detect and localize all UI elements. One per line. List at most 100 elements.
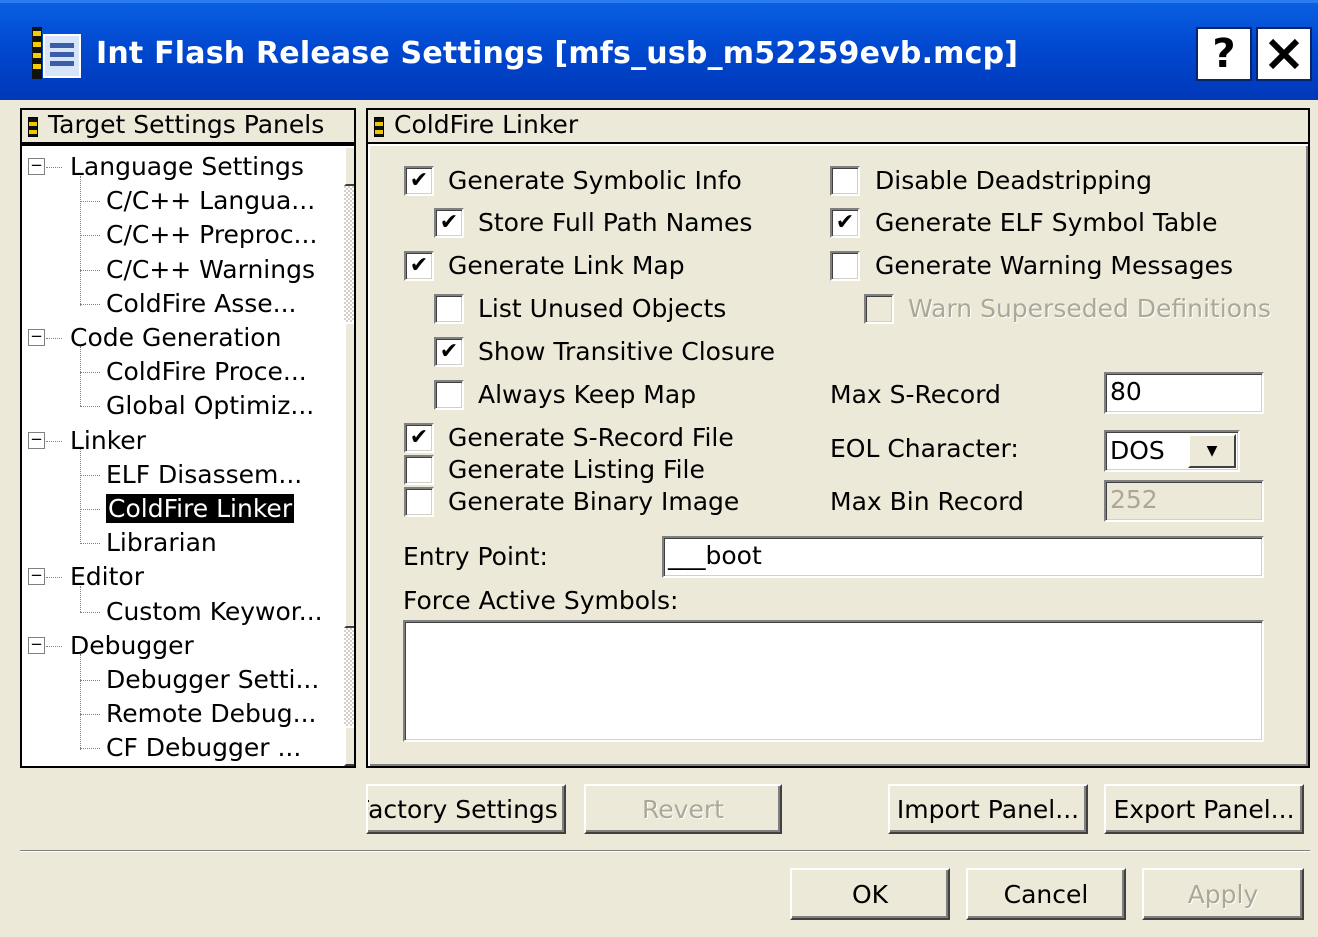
tree-connector: [80, 612, 100, 613]
warn-superseded-definitions-checkbox: [864, 294, 894, 324]
collapse-icon[interactable]: −: [28, 568, 45, 585]
tree-item-label: ColdFire Asse...: [106, 289, 297, 318]
tree-item-label: C/C++ Warnings: [106, 255, 315, 284]
tree-connector: [80, 543, 100, 544]
tree-item[interactable]: Librarian: [106, 526, 217, 560]
tree-item[interactable]: CF Debugger ...: [106, 731, 301, 765]
warn-superseded-definitions-label: Warn Superseded Definitions: [908, 294, 1271, 323]
max-srecord-label: Max S-Record: [830, 380, 1001, 409]
scroll-thumb[interactable]: [344, 322, 354, 628]
settings-tree[interactable]: Language Settings − C/C++ Langua... C/C++ P…: [20, 144, 356, 768]
tree-connector: [80, 406, 100, 407]
scroll-up-button[interactable]: ▲: [344, 146, 355, 186]
generate-binary-image-label[interactable]: Generate Binary Image: [448, 486, 739, 518]
revert-button: Revert: [584, 784, 782, 834]
tree-connector: [46, 167, 62, 168]
generate-srecord-file-label[interactable]: Generate S-Record File: [448, 422, 734, 454]
generate-listing-file-checkbox[interactable]: [404, 455, 434, 485]
arrow-up-icon: ▲: [354, 157, 355, 176]
generate-srecord-file-checkbox[interactable]: ✔: [404, 423, 434, 453]
tree-item-label: ColdFire Proce...: [106, 357, 307, 386]
tree-category[interactable]: Linker: [70, 424, 146, 458]
tree-connector: [80, 304, 100, 305]
always-keep-map-label[interactable]: Always Keep Map: [478, 379, 696, 411]
tree-category[interactable]: Debugger: [70, 629, 194, 663]
tree-item[interactable]: C/C++ Preproc...: [106, 218, 317, 252]
import-panel-button[interactable]: Import Panel...: [888, 784, 1088, 834]
generate-symbolic-info-label[interactable]: Generate Symbolic Info: [448, 165, 742, 197]
close-icon: [1268, 38, 1300, 70]
cancel-button[interactable]: Cancel: [966, 868, 1126, 920]
grip-icon: [374, 117, 384, 137]
tree-item[interactable]: C/C++ Langua...: [106, 184, 315, 218]
tree-connector: [80, 748, 100, 749]
tree-connector: [80, 654, 81, 750]
tree-connector: [80, 475, 100, 476]
check-mark-icon: ✔: [409, 168, 429, 193]
tree-item[interactable]: ColdFire Asse...: [106, 287, 297, 321]
generate-elf-symbol-table-label[interactable]: Generate ELF Symbol Table: [875, 207, 1217, 239]
list-unused-objects-checkbox[interactable]: [434, 294, 464, 324]
tree-item-label: Language Settings: [70, 152, 304, 181]
tree-item-label: Debugger Setti...: [106, 665, 320, 694]
grip-icon: [28, 117, 38, 137]
disable-deadstripping-checkbox[interactable]: [830, 166, 860, 196]
tree-item-label: Custom Keywor...: [106, 597, 323, 626]
tree-connector: [46, 646, 62, 647]
tree-item[interactable]: Custom Keywor...: [106, 595, 323, 629]
tree-connector: [80, 270, 100, 271]
disable-deadstripping-label[interactable]: Disable Deadstripping: [875, 165, 1152, 197]
window-title: Int Flash Release Settings [mfs_usb_m522…: [96, 36, 1019, 71]
eol-character-label: EOL Character:: [830, 434, 1019, 463]
tree-item-label: CF Debugger ...: [106, 733, 302, 762]
export-panel-button[interactable]: Export Panel...: [1104, 784, 1304, 834]
generate-elf-symbol-table-checkbox[interactable]: ✔: [830, 208, 860, 238]
tree-connector: [80, 235, 100, 236]
force-active-symbols-textarea[interactable]: [403, 620, 1264, 742]
tree-category[interactable]: Editor: [70, 560, 144, 594]
tree-item[interactable]: ColdFire Linker: [106, 492, 295, 526]
tree-panel-header: Target Settings Panels: [20, 108, 356, 144]
help-button[interactable]: ?: [1196, 27, 1252, 81]
generate-symbolic-info-checkbox[interactable]: ✔: [404, 166, 434, 196]
force-active-symbols-label: Force Active Symbols:: [403, 586, 679, 615]
generate-link-map-checkbox[interactable]: ✔: [404, 251, 434, 281]
title-bar[interactable]: Int Flash Release Settings [mfs_usb_m522…: [0, 0, 1318, 100]
scroll-down-button[interactable]: ▼: [344, 726, 354, 766]
generate-link-map-label[interactable]: Generate Link Map: [448, 250, 685, 282]
show-transitive-closure-checkbox[interactable]: ✔: [434, 337, 464, 367]
tree-item-label: Linker: [70, 426, 146, 455]
tree-category[interactable]: Language Settings: [70, 150, 304, 184]
check-mark-icon: ✔: [409, 425, 429, 450]
generate-binary-image-checkbox[interactable]: [404, 487, 434, 517]
list-unused-objects-label[interactable]: List Unused Objects: [478, 293, 726, 325]
factory-settings-button[interactable]: Factory Settings: [366, 784, 566, 834]
ok-button[interactable]: OK: [790, 868, 950, 920]
always-keep-map-checkbox[interactable]: [434, 380, 464, 410]
tree-item[interactable]: Global Optimiz...: [106, 389, 314, 423]
close-button[interactable]: [1256, 27, 1312, 81]
generate-listing-file-label[interactable]: Generate Listing File: [448, 454, 705, 486]
collapse-icon[interactable]: −: [28, 637, 45, 654]
generate-warning-messages-checkbox[interactable]: [830, 251, 860, 281]
tree-item[interactable]: ColdFire Proce...: [106, 355, 307, 389]
tree-item-label: ColdFire Linker: [106, 494, 295, 523]
tree-item[interactable]: Debugger Setti...: [106, 663, 319, 697]
generate-warning-messages-label[interactable]: Generate Warning Messages: [875, 250, 1233, 282]
max-srecord-input[interactable]: 80: [1104, 372, 1264, 414]
collapse-icon[interactable]: −: [28, 432, 45, 449]
store-full-path-names-label[interactable]: Store Full Path Names: [478, 207, 752, 239]
tree-item[interactable]: Remote Debug...: [106, 697, 316, 731]
dropdown-button[interactable]: ▼: [1188, 434, 1236, 468]
collapse-icon[interactable]: −: [28, 329, 45, 346]
show-transitive-closure-label[interactable]: Show Transitive Closure: [478, 336, 775, 368]
entry-point-input[interactable]: ___boot: [662, 536, 1264, 578]
tree-scrollbar[interactable]: ▲ ▼: [344, 146, 355, 766]
tree-category[interactable]: Code Generation: [70, 321, 281, 355]
tree-item[interactable]: ELF Disassem...: [106, 458, 302, 492]
store-full-path-names-checkbox[interactable]: ✔: [434, 208, 464, 238]
tree-item[interactable]: C/C++ Warnings: [106, 253, 315, 287]
collapse-icon[interactable]: −: [28, 158, 45, 175]
tree-connector: [80, 201, 100, 202]
eol-character-select[interactable]: DOS ▼: [1104, 430, 1240, 472]
